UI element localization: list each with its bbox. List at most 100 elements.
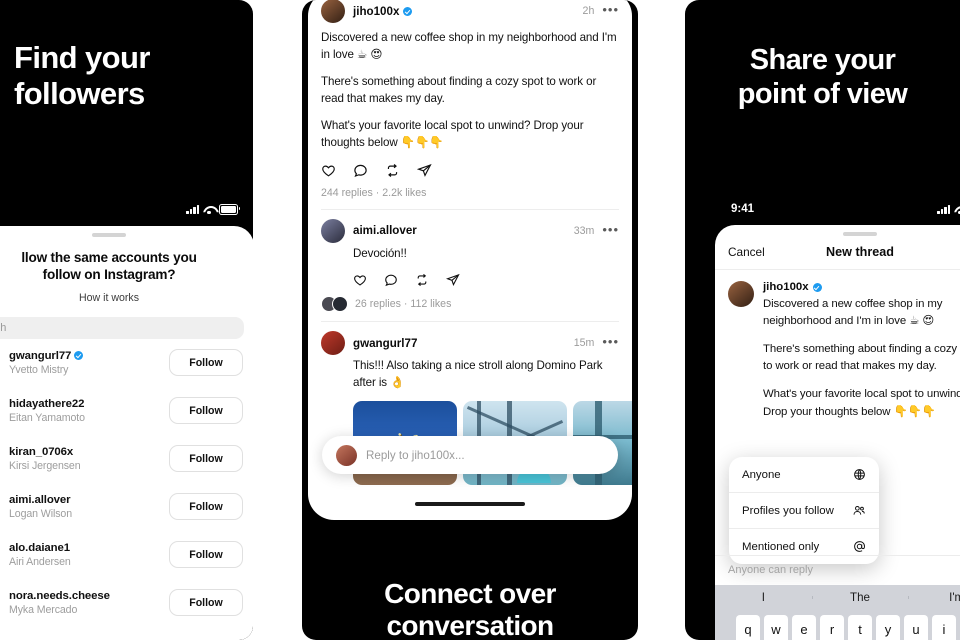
list-item[interactable]: hidayathere22 Eitan Yamamoto Follow: [0, 387, 253, 435]
reply-text: Devoción!!: [353, 246, 407, 260]
panel2-caption: Connect over conversation: [302, 578, 638, 640]
panel-connect-over-conversation: jiho100x 2h ••• Discovered a new coffee …: [302, 0, 638, 640]
panel-find-your-followers: Find your followers 41 llow the same acc…: [0, 0, 253, 640]
avatar: [336, 444, 357, 466]
wifi-icon: [954, 205, 960, 214]
followers-title-line2: follow on Instagram?: [42, 267, 176, 283]
reply-text: This!!! Also taking a nice stroll along …: [353, 359, 603, 390]
panel1-headline-line2: followers: [14, 75, 145, 111]
prediction-item[interactable]: I'm: [908, 591, 960, 604]
post-timestamp: 2h: [582, 5, 595, 17]
follow-button[interactable]: Follow: [169, 349, 243, 377]
key-i[interactable]: i: [932, 615, 956, 640]
thread-root-post: jiho100x 2h ••• Discovered a new coffee …: [308, 0, 632, 209]
list-item-username: gwangurl77: [9, 349, 72, 362]
app-store-screenshot-gallery: Find your followers 41 llow the same acc…: [0, 0, 960, 640]
follow-button[interactable]: Follow: [169, 397, 243, 425]
follow-button[interactable]: Follow: [169, 493, 243, 521]
how-it-works-link[interactable]: How it works: [0, 292, 253, 304]
key-q[interactable]: q: [736, 615, 760, 640]
audience-status[interactable]: Anyone can reply: [728, 564, 813, 576]
battery-icon: [219, 203, 241, 215]
follow-button[interactable]: Follow: [169, 589, 243, 617]
thread-feed: jiho100x 2h ••• Discovered a new coffee …: [308, 0, 632, 520]
search-input[interactable]: arch: [0, 316, 244, 339]
list-item[interactable]: kiran_0706x Kirsi Jergensen Follow: [0, 435, 253, 483]
keyboard-predictions: I The I'm: [715, 585, 960, 610]
reply-placeholder: Reply to jiho100x...: [366, 448, 465, 462]
prediction-item[interactable]: I: [715, 591, 812, 604]
more-dots-icon[interactable]: •••: [602, 3, 619, 19]
key-r[interactable]: r: [820, 615, 844, 640]
key-y[interactable]: y: [876, 615, 900, 640]
at-icon: [853, 540, 866, 553]
more-dots-icon[interactable]: •••: [602, 223, 619, 239]
panel3-headline-line2: point of view: [737, 77, 908, 110]
reply-input-bar[interactable]: Reply to jiho100x...: [322, 436, 618, 474]
key-e[interactable]: e: [792, 615, 816, 640]
list-item[interactable]: nora.needs.cheese Myka Mercado Follow: [0, 579, 253, 627]
list-item[interactable]: aimi.allover Logan Wilson Follow: [0, 483, 253, 531]
share-icon[interactable]: [446, 273, 460, 287]
comment-icon[interactable]: [353, 163, 368, 178]
list-item-username: nora.needs.cheese: [9, 589, 110, 602]
avatar: [728, 281, 754, 307]
post-paragraph: What's your favorite local spot to unwin…: [321, 118, 584, 149]
key-u[interactable]: u: [904, 615, 928, 640]
follow-button[interactable]: Follow: [169, 445, 243, 473]
menu-item-label: Profiles you follow: [742, 504, 834, 517]
panel3-headline: Share your point of view: [685, 44, 960, 111]
keyboard-row-1: q w e r t y u i o: [715, 610, 960, 640]
more-dots-icon[interactable]: •••: [602, 335, 619, 351]
followers-list: gwangurl77 Yvetto Mistry Follow hidayath…: [0, 339, 253, 627]
list-item-name: Logan Wilson: [9, 507, 72, 520]
share-icon[interactable]: [417, 163, 432, 178]
repost-icon[interactable]: [385, 163, 400, 178]
list-item[interactable]: alo.daiane1 Airi Andersen Follow: [0, 531, 253, 579]
list-item-name: Eitan Yamamoto: [9, 411, 85, 424]
composer-body: jiho100x Discovered a new coffee shop in…: [715, 270, 960, 421]
repost-icon[interactable]: [415, 273, 429, 287]
key-w[interactable]: w: [764, 615, 788, 640]
menu-item-profiles-you-follow[interactable]: Profiles you follow: [729, 493, 879, 529]
composer-paragraph[interactable]: What's your favorite local spot to unwin…: [763, 386, 960, 420]
phone-mock-composer: 9:41 Cancel New thread jiho100x Discover…: [715, 196, 960, 640]
list-item-username: kiran_0706x: [9, 445, 74, 458]
post-stats: 244 replies · 2.2k likes: [321, 186, 427, 199]
post-username: jiho100x: [353, 4, 400, 18]
composer-paragraph[interactable]: There's something about finding a cozy s…: [763, 341, 960, 375]
followers-sheet-title: llow the same accounts you follow on Ins…: [0, 237, 253, 284]
like-icon[interactable]: [321, 163, 336, 178]
audience-menu: Anyone Profiles you follow Mentioned onl…: [729, 457, 879, 564]
post-paragraph: Discovered a new coffee shop in my neigh…: [321, 31, 617, 61]
panel-share-your-point-of-view: Share your point of view 9:41 Cancel New…: [685, 0, 960, 640]
cancel-button[interactable]: Cancel: [728, 245, 765, 259]
verified-badge-icon: [403, 6, 413, 16]
people-icon: [852, 504, 866, 517]
phone-mock-followers: 41 llow the same accounts you follow on …: [0, 196, 253, 640]
list-item[interactable]: gwangurl77 Yvetto Mistry Follow: [0, 339, 253, 387]
list-item-name: Yvetto Mistry: [9, 363, 69, 376]
facepile: [321, 296, 348, 313]
key-t[interactable]: t: [848, 615, 872, 640]
prediction-item[interactable]: The: [811, 591, 909, 604]
follow-button[interactable]: Follow: [169, 541, 243, 569]
list-item-name: Myka Mercado: [9, 603, 78, 616]
comment-icon[interactable]: [384, 273, 398, 287]
reply-username: aimi.allover: [353, 224, 417, 238]
like-icon[interactable]: [353, 273, 367, 287]
reply-actions: [353, 273, 619, 287]
post-actions: [321, 163, 619, 178]
new-thread-sheet: Cancel New thread jiho100x Discovered a …: [715, 225, 960, 640]
cellular-bars-icon: [186, 204, 199, 214]
list-item-username: aimi.allover: [9, 493, 71, 506]
composer-paragraph[interactable]: Discovered a new coffee shop in my neigh…: [763, 296, 960, 330]
menu-item-label: Mentioned only: [742, 540, 820, 553]
composer-footer: Anyone can reply Post: [715, 555, 960, 584]
menu-item-label: Anyone: [742, 468, 781, 481]
panel3-headline-line1: Share your: [749, 44, 896, 76]
post-paragraph: There's something about finding a cozy s…: [321, 74, 597, 105]
menu-item-anyone[interactable]: Anyone: [729, 457, 879, 493]
globe-icon: [853, 468, 866, 481]
reply-timestamp: 33m: [573, 224, 595, 237]
